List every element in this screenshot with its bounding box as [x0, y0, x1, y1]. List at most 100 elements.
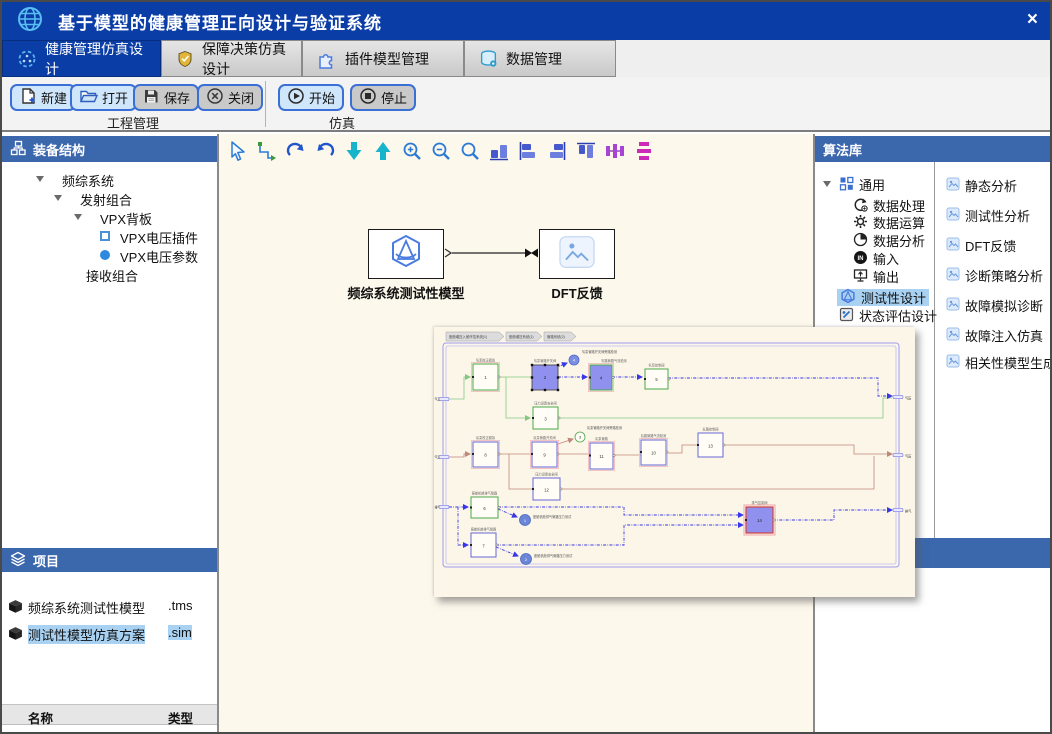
popup-box[interactable]: 7 座舱机舱排气管路: [470, 527, 498, 558]
popup-box[interactable]: 1 氧泵校正模拟: [472, 358, 501, 392]
main-tab-bar: 健康管理仿真设计 保障决策仿真设计 插件模型管理 数据管理: [2, 40, 1050, 77]
algo-item-testability-analysis[interactable]: 测试性分析: [946, 207, 1030, 224]
tree-label: 输入: [873, 249, 899, 268]
expander-icon[interactable]: [54, 195, 62, 201]
algorithm-columns-divider[interactable]: [934, 162, 935, 539]
project-row[interactable]: 频综系统测试性模型 .tms: [2, 594, 217, 620]
svg-text:压力设置安全阀: 压力设置安全阀: [535, 472, 557, 477]
picture-icon: [946, 267, 960, 284]
breadcrumb: 座舱增压入舱环控系统(1): [449, 334, 487, 339]
algo-item-label: 测试性分析: [965, 206, 1030, 225]
tree-item-vpx-voltage-card[interactable]: VPX电压插件: [120, 228, 198, 245]
algorithm-panel-header: 算法库: [815, 136, 1052, 162]
popup-box-highlighted[interactable]: 14 排气控制阀: [744, 500, 775, 535]
tree-item-vpx-backplane[interactable]: VPX背板: [100, 209, 152, 226]
open-button[interactable]: 打开: [70, 84, 137, 111]
popup-box[interactable]: 10 氮路管路气流检测: [640, 433, 669, 467]
svg-text:IN: IN: [858, 256, 864, 262]
popup-box-selected[interactable]: 2 氧泵管路开关阀: [531, 358, 559, 391]
algo-item-fault-simulation-diagnosis[interactable]: 故障模拟诊断: [946, 297, 1043, 314]
popup-box[interactable]: 3 压力设置安全阀: [532, 401, 560, 430]
expander-icon[interactable]: [823, 181, 831, 187]
circle-leaf-icon: [100, 250, 110, 260]
stop-button[interactable]: 停止: [350, 84, 416, 111]
popup-circle-node[interactable]: 2 座舱机舱排气管路压力测试: [521, 553, 574, 565]
svg-text:排气控制阀: 排气控制阀: [752, 500, 768, 505]
algo-tree-data-processing[interactable]: 数据处理: [853, 197, 925, 214]
project-type: .sim: [168, 625, 192, 640]
start-button[interactable]: 开始: [278, 84, 344, 111]
svg-text:11: 11: [599, 454, 604, 459]
panel-title: 项目: [33, 551, 59, 570]
picture-icon: [946, 327, 960, 344]
algo-item-correlation-model-gen[interactable]: 相关性模型生成: [946, 354, 1052, 371]
tree-item-receive-group[interactable]: 接收组合: [86, 266, 138, 283]
tree-item-vpx-voltage-param[interactable]: VPX电压参数: [120, 247, 198, 264]
cube-icon: [8, 626, 23, 644]
popup-box[interactable]: 8 氮泵校正模拟: [472, 435, 501, 469]
input-icon: IN: [853, 250, 868, 268]
model-diagram-popup[interactable]: 座舱增压入舱环控系统(1) 座舱增压系统(1) 管路系统(2) 气源 气源 排气…: [434, 327, 915, 597]
column-type: 类型: [168, 708, 193, 727]
project-row-selected[interactable]: 测试性模型仿真方案 .sim: [2, 621, 217, 647]
button-label: 关闭: [228, 88, 254, 107]
tab-data-mgmt[interactable]: 数据管理: [464, 40, 616, 77]
algo-tree-state-eval-design[interactable]: 状态评估设计: [839, 307, 937, 324]
algo-item-diagnosis-strategy[interactable]: 诊断策略分析: [946, 267, 1043, 284]
popup-box[interactable]: 9 氮泵管路开关阀: [531, 435, 560, 469]
tree-label: 通用: [859, 175, 885, 194]
tab-label: 数据管理: [506, 49, 562, 69]
svg-text:气压: 气压: [905, 454, 912, 459]
algo-tree-input[interactable]: IN 输入: [853, 250, 899, 267]
close-project-button[interactable]: 关闭: [197, 84, 263, 111]
algo-item-static-analysis[interactable]: 静态分析: [946, 177, 1017, 194]
expander-icon[interactable]: [36, 176, 44, 182]
algo-tree-testability-design[interactable]: 测试性设计: [837, 289, 929, 306]
popup-box[interactable]: 4 氧路管路气流检测: [589, 358, 627, 392]
algo-tree-output[interactable]: 输出: [853, 268, 899, 285]
tree-item-system[interactable]: 频综系统: [62, 171, 114, 188]
ribbon-toolbar: 新建 打开 保存 关闭 工程管理 开始 停止 仿真: [2, 77, 1050, 132]
svg-text:气压: 气压: [905, 396, 912, 401]
popup-connections: [449, 363, 892, 556]
picture-icon: [946, 297, 960, 314]
new-button[interactable]: 新建: [10, 84, 76, 111]
algo-tree-general[interactable]: 通用: [839, 176, 885, 193]
tree-label: 数据运算: [873, 213, 925, 232]
svg-text:氮泵管路开关阀旁路检测: 氮泵管路开关阀旁路检测: [587, 425, 622, 430]
open-folder-icon: [79, 87, 98, 108]
popup-circle-node[interactable]: 1 座舱机舱排气管路压力测试: [520, 514, 573, 526]
globe-icon: [16, 5, 44, 38]
project-panel-header: 项目: [2, 548, 217, 572]
save-button[interactable]: 保存: [133, 84, 199, 111]
tab-health-sim-design[interactable]: 健康管理仿真设计: [2, 40, 161, 77]
project-name: 频综系统测试性模型: [28, 598, 145, 617]
project-table-header: 名称 类型: [2, 704, 217, 725]
expander-icon[interactable]: [74, 214, 82, 220]
equipment-panel: 装备结构 频综系统 发射组合 VPX背板 VPX电压插件 VPX电压参数 接收组…: [2, 134, 217, 732]
tab-support-decision-sim[interactable]: 保障决策仿真设计: [161, 40, 302, 77]
algo-tree-data-analysis[interactable]: 数据分析: [853, 232, 925, 249]
svg-text:氧泵校正模拟: 氧泵校正模拟: [476, 358, 496, 363]
svg-text:氮泵管路: 氮泵管路: [595, 436, 609, 441]
tab-plugin-model-mgmt[interactable]: 插件模型管理: [302, 40, 464, 77]
popup-box[interactable]: 12 压力设置安全阀: [532, 472, 562, 501]
popup-box[interactable]: 13 氮路控制阀: [697, 427, 725, 458]
picture-icon: [946, 207, 960, 224]
popup-breadcrumbs[interactable]: 座舱增压入舱环控系统(1) 座舱增压系统(1) 管路系统(2): [446, 332, 576, 341]
svg-text:排气: 排气: [905, 509, 912, 514]
algo-item-dft-feedback[interactable]: DFT反馈: [946, 237, 1016, 254]
tree-item-transmit-group[interactable]: 发射组合: [80, 190, 132, 207]
tree-label: 状态评估设计: [859, 306, 937, 325]
window-close-button[interactable]: ×: [1027, 8, 1038, 32]
popup-box[interactable]: 6 座舱机舱排气管路: [470, 491, 500, 519]
algo-item-fault-injection-sim[interactable]: 故障注入仿真: [946, 327, 1043, 344]
cube-icon: [8, 599, 23, 617]
button-label: 保存: [164, 88, 190, 107]
algo-tree-data-computation[interactable]: 数据运算: [853, 214, 925, 231]
popup-box[interactable]: 11 氮泵管路: [589, 436, 616, 471]
svg-text:氮路控制阀: 氮路控制阀: [703, 427, 719, 432]
save-icon: [142, 87, 160, 108]
popup-box[interactable]: 5 氧泵控制阀: [644, 363, 670, 390]
play-circle-icon: [287, 87, 305, 108]
